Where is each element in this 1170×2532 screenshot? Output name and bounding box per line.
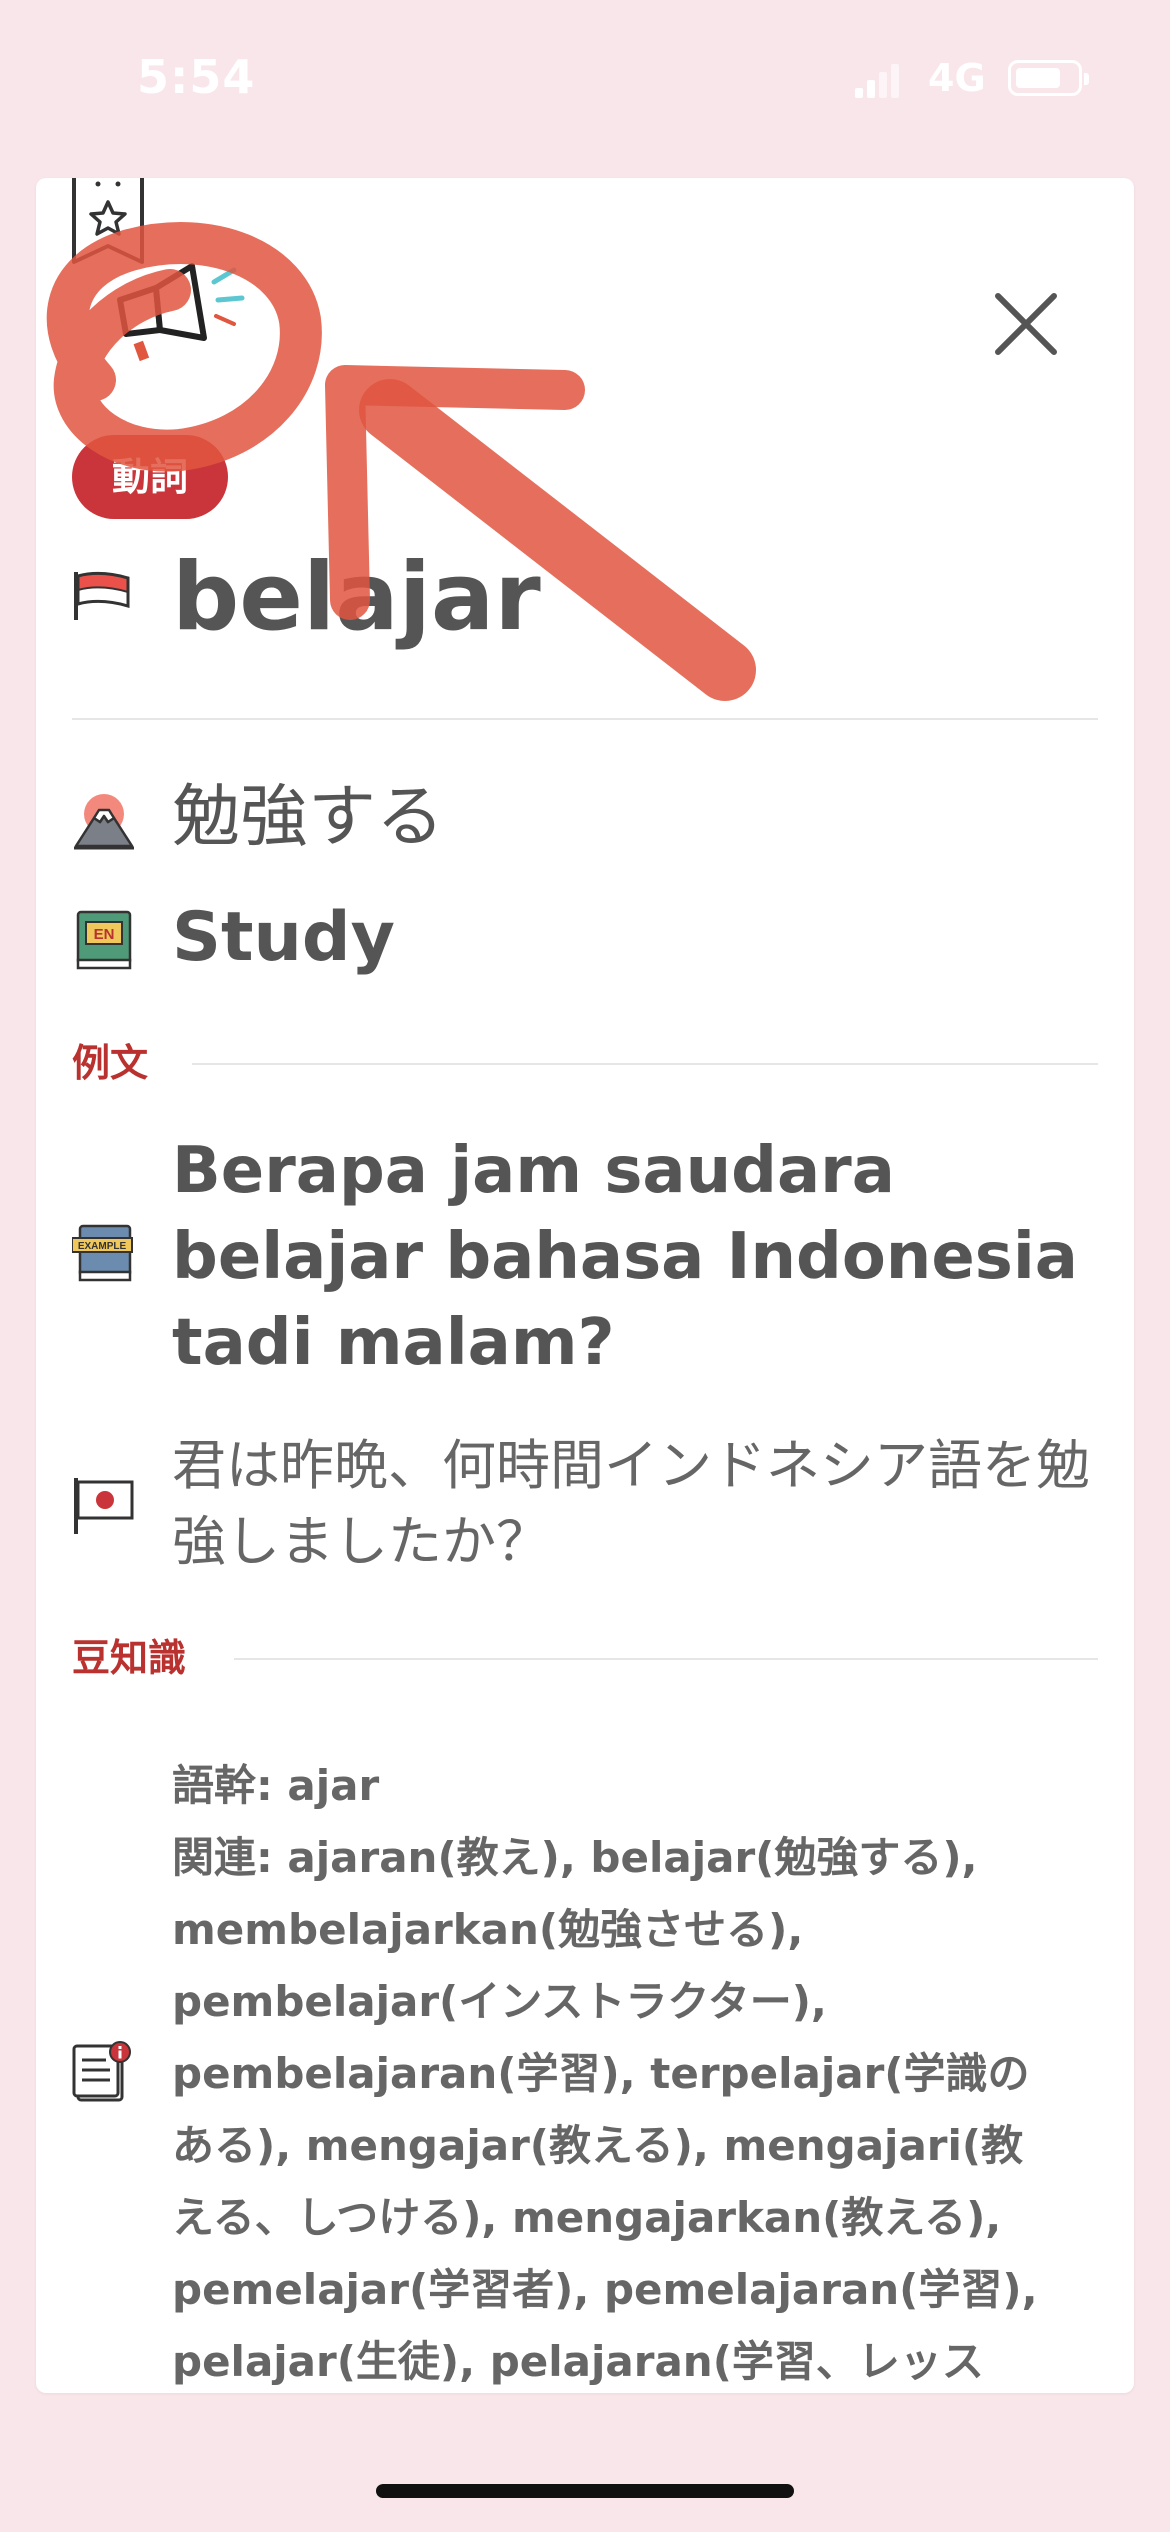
translation-en: Study [172,898,395,977]
example-sentence-ja: 君は昨晩、何時間インドネシア語を勉強しましたか？ [172,1434,1090,1573]
indonesia-flag-icon [74,571,130,620]
svg-text:EN: EN [94,926,115,943]
translation-ja: 勉強する [172,778,445,857]
battery-icon [1008,60,1089,96]
close-icon[interactable] [990,288,1062,360]
examples-section-header: 例文 [72,1043,1098,1083]
status-time: 5:54 [137,50,256,104]
svg-text:EXAMPLE: EXAMPLE [78,1241,127,1252]
example-book-icon: EXAMPLE [72,1224,133,1282]
translation-en-row: EN Study [72,898,1132,978]
cellular-signal-icon [855,64,899,98]
trivia-section-label: 豆知識 [72,1636,187,1680]
headword-divider [72,718,1098,720]
trivia-line: ある), mengajar(教える), mengajari(教 [172,2121,1024,2170]
trivia-line: membelajarkan(勉強させる), [172,1905,804,1954]
megaphone-icon[interactable] [116,260,256,370]
example-sentence-row: EXAMPLE Berapa jam saudara belajar bahas… [72,1128,1132,1388]
trivia-section-divider [234,1658,1098,1660]
trivia-line: pemelajar(学習者), pemelajaran(学習), [172,2265,1038,2314]
trivia-text: 語幹: ajar 関連: ajaran(教え), belajar(勉強する), … [172,1750,1134,2393]
home-indicator[interactable] [376,2484,794,2498]
trivia-line: pelajar(生徒), pelajaran(学習、レッス [172,2337,984,2386]
network-type: 4G [928,56,986,100]
trivia-row: 語幹: ajar 関連: ajaran(教え), belajar(勉強する), … [72,1750,1132,2393]
example-translation-row: 君は昨晩、何時間インドネシア語を勉強しましたか？ [72,1428,1132,1588]
example-sentence-id: Berapa jam saudara belajar bahasa Indone… [172,1134,1078,1380]
word-detail-card: 動詞 belajar 勉強する EN Study 例文 EXAMPLE Bera… [36,178,1134,2393]
examples-section-label: 例文 [72,1041,149,1085]
headword: belajar [172,543,541,652]
translation-ja-row: 勉強する [72,778,1132,858]
headword-row: belajar [72,548,1132,648]
trivia-line: 関連: ajaran(教え), belajar(勉強する), [172,1833,978,1882]
en-book-icon: EN [76,910,132,970]
japan-flag-icon [74,1478,134,1534]
status-bar: 5:54 4G [0,0,1170,150]
examples-section-divider [192,1063,1098,1065]
trivia-section-header: 豆知識 [72,1638,1098,1678]
trivia-line: 語幹: ajar [172,1761,380,1810]
trivia-line: pembelajar(インストラクター), [172,1977,827,2026]
mount-fuji-icon [74,794,134,850]
info-document-icon [72,2041,131,2102]
trivia-line: pembelajaran(学習), terpelajar(学識の [172,2049,1030,2098]
trivia-line: える、しつける), mengajarkan(教える), [172,2193,1002,2242]
part-of-speech-badge: 動詞 [72,435,229,519]
